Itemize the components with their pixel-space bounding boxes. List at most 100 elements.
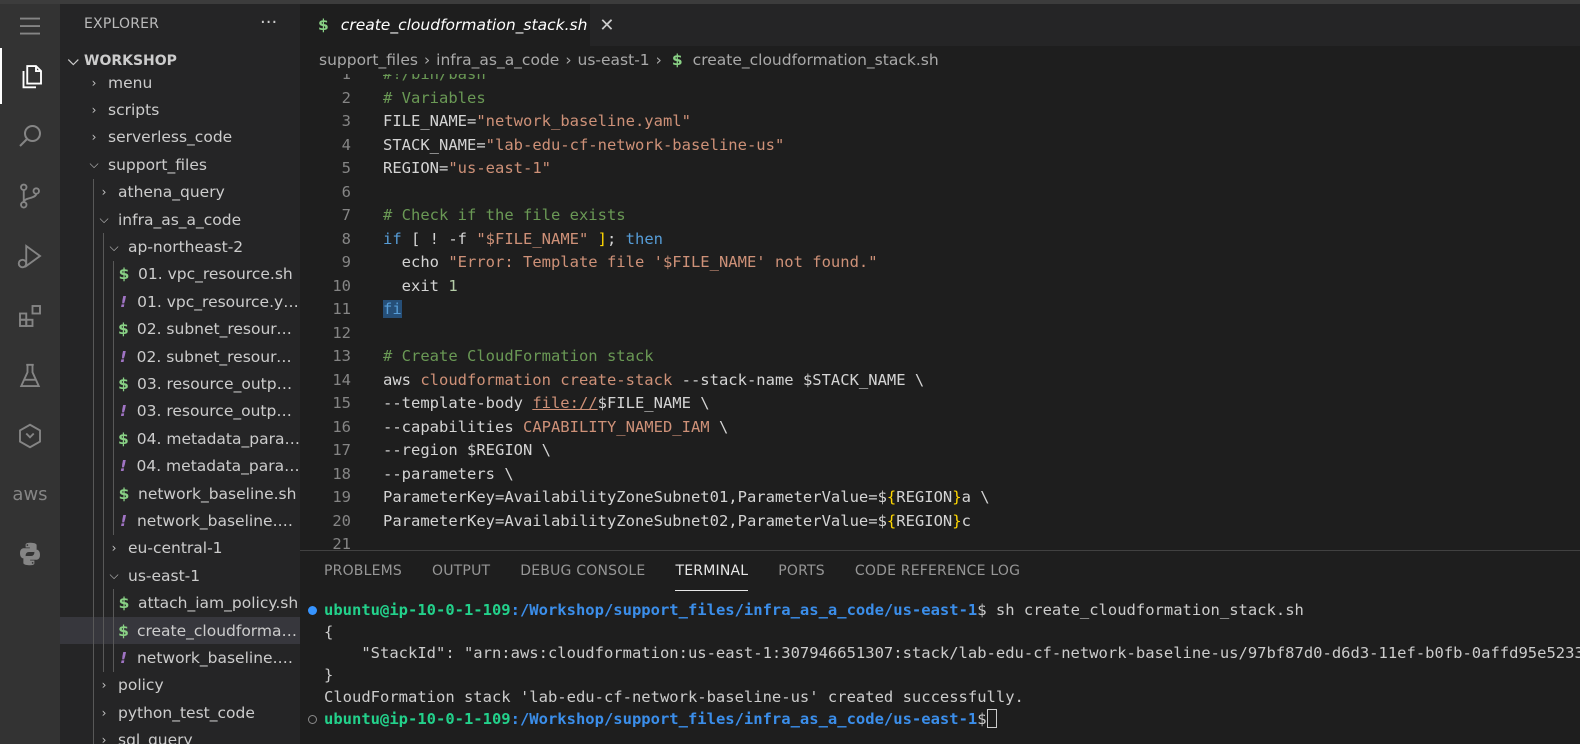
file-item[interactable]: $01. vpc_resource.sh xyxy=(60,260,300,289)
shell-file-icon: $ xyxy=(118,320,129,339)
indent-guide xyxy=(103,534,104,563)
folder-item[interactable]: ⌵ us-east-1 xyxy=(60,562,300,590)
code-line[interactable]: 12 xyxy=(300,321,1580,345)
indent-guide xyxy=(103,452,104,480)
indent-guide xyxy=(113,479,114,508)
file-item[interactable]: $ create_cloudformatio... xyxy=(60,616,300,645)
folder-item[interactable]: › python_test_code xyxy=(60,698,300,727)
code-line[interactable]: 20 ParameterKey=AvailabilityZoneSubnet02,… xyxy=(300,509,1580,533)
folder-item[interactable]: ⌵ infra_as_a_code xyxy=(60,205,300,234)
tree-item-label: 01. vpc_resource.yaml xyxy=(137,292,300,311)
line-number: 21 xyxy=(332,535,351,550)
chevron-right-icon: › xyxy=(91,103,97,118)
code-line[interactable]: 8 if [ ! -f "$FILE_NAME" ]; then xyxy=(300,227,1580,251)
close-icon[interactable]: ✕ xyxy=(599,15,614,36)
file-item[interactable]: $03. resource_output.sh xyxy=(60,370,300,398)
tab-terminal[interactable]: TERMINAL xyxy=(675,563,748,591)
terminal[interactable]: ubuntu@ip-10-0-1-109:/Workshop/support_f… xyxy=(300,599,1580,730)
file-item[interactable]: ! network_baseline.yaml xyxy=(60,507,300,535)
code-line[interactable]: 10 exit 1 xyxy=(300,274,1580,298)
folder-item[interactable]: › serverless_code xyxy=(60,124,300,151)
shell-file-icon: $ xyxy=(118,594,130,613)
code-line[interactable]: 19 ParameterKey=AvailabilityZoneSubnet01,… xyxy=(300,486,1580,510)
shell-file-icon: $ xyxy=(318,16,329,34)
folder-item[interactable]: › sql_query xyxy=(60,726,300,744)
remote-icon[interactable] xyxy=(0,408,60,464)
breadcrumb-item[interactable]: us-east-1 xyxy=(578,51,650,69)
line-number: 13 xyxy=(332,347,351,366)
indent-guide xyxy=(93,534,94,563)
code-line[interactable]: 7 # Check if the file exists xyxy=(300,204,1580,228)
extensions-icon[interactable] xyxy=(0,288,60,344)
breadcrumb-item[interactable]: create_cloudformation_stack.sh xyxy=(693,51,939,69)
breadcrumb-item[interactable]: support_files xyxy=(319,51,418,69)
code-line[interactable]: 6 xyxy=(300,180,1580,204)
menu-icon[interactable] xyxy=(0,4,60,48)
tab-problems[interactable]: PROBLEMS xyxy=(324,563,402,587)
code-line[interactable]: 4 STACK_NAME="lab-edu-cf-network-baseline… xyxy=(300,133,1580,157)
code-line[interactable]: 11 fi xyxy=(300,298,1580,322)
code-line[interactable]: 9 echo "Error: Template file '$FILE_NAME… xyxy=(300,251,1580,275)
command-status-dot[interactable] xyxy=(308,714,317,724)
code-line[interactable]: 1 #!/bin/bash xyxy=(300,74,1580,86)
code-line[interactable]: 14 aws cloudformation create-stack --stac… xyxy=(300,368,1580,392)
tree-item-label: us-east-1 xyxy=(128,566,201,585)
source-control-icon[interactable] xyxy=(0,168,60,224)
indent-guide xyxy=(93,562,94,590)
indent-guide xyxy=(93,589,94,617)
search-icon[interactable] xyxy=(0,108,60,164)
code-line[interactable]: 3 FILE_NAME="network_baseline.yaml" xyxy=(300,110,1580,134)
panel-tabs: PROBLEMS OUTPUT DEBUG CONSOLE TERMINAL PORTS… xyxy=(324,563,1020,591)
indent-guide xyxy=(103,479,104,508)
indent-guide xyxy=(113,589,114,617)
indent-guide xyxy=(103,342,104,371)
file-item[interactable]: ! network_baseline.yaml xyxy=(60,644,300,672)
tab-output[interactable]: OUTPUT xyxy=(432,563,490,587)
folder-item[interactable]: › menu xyxy=(60,69,300,96)
breadcrumb-item[interactable]: infra_as_a_code xyxy=(436,51,559,69)
code-text: ParameterKey=AvailabilityZoneSubnet02,Pa… xyxy=(383,511,971,530)
aws-icon[interactable]: aws xyxy=(0,466,60,522)
code-line[interactable]: 2 # Variables xyxy=(300,86,1580,110)
code-line[interactable]: 17 --region $REGION \ xyxy=(300,439,1580,463)
testing-icon[interactable] xyxy=(0,348,60,404)
file-item[interactable]: $ network_baseline.sh xyxy=(60,479,300,508)
indent-guide xyxy=(113,644,114,672)
file-item[interactable]: $ attach_iam_policy.sh xyxy=(60,589,300,617)
tree-item-label: eu-central-1 xyxy=(128,539,223,558)
more-actions-icon[interactable]: ··· xyxy=(260,12,277,33)
file-item[interactable]: $02. subnet_resource.sh xyxy=(60,315,300,343)
file-item[interactable]: ! 02. subnet_resource.y... xyxy=(60,342,300,371)
command-status-dot[interactable] xyxy=(308,606,317,615)
tab-code-reference-log[interactable]: CODE REFERENCE LOG xyxy=(855,563,1020,587)
folder-item[interactable]: ⌵ support_files xyxy=(60,151,300,178)
folder-item[interactable]: › eu-central-1 xyxy=(60,534,300,563)
tab-ports[interactable]: PORTS xyxy=(778,563,825,587)
file-item[interactable]: ! 03. resource_output.y... xyxy=(60,397,300,426)
folder-item[interactable]: › scripts xyxy=(60,96,300,123)
code-editor[interactable]: 1 #!/bin/bash 2 # Variables 3 FILE_NAME="netw… xyxy=(300,74,1580,550)
folder-item[interactable]: › policy xyxy=(60,671,300,699)
folder-item[interactable]: ⌵ ap-northeast-2 xyxy=(60,233,300,261)
python-icon[interactable] xyxy=(0,526,60,582)
file-item[interactable]: $04. metadata_parame... xyxy=(60,425,300,453)
yaml-file-icon: ! xyxy=(119,511,128,530)
code-line[interactable]: 5 REGION="us-east-1" xyxy=(300,157,1580,181)
chevron-right-icon: › xyxy=(101,733,107,744)
code-line[interactable]: 13 # Create CloudFormation stack xyxy=(300,345,1580,369)
code-line[interactable]: 21 xyxy=(300,533,1580,550)
run-debug-icon[interactable] xyxy=(0,228,60,284)
prompt-path: :/Workshop/support_files/infra_as_a_code… xyxy=(510,600,978,619)
yaml-file-icon: ! xyxy=(120,292,128,311)
explorer-icon[interactable] xyxy=(0,48,60,104)
code-line[interactable]: 16 --capabilities CAPABILITY_NAMED_IAM \ xyxy=(300,415,1580,439)
folder-item[interactable]: › athena_query xyxy=(60,178,300,206)
file-item[interactable]: ! 04. metadata_parame... xyxy=(60,452,300,480)
indent-guide xyxy=(93,452,94,480)
tab-create-cloudformation-stack[interactable]: $ create_cloudformation_stack.sh ✕ xyxy=(300,4,614,46)
code-line[interactable]: 18 --parameters \ xyxy=(300,462,1580,486)
tab-debug-console[interactable]: DEBUG CONSOLE xyxy=(520,563,645,587)
file-item[interactable]: ! 01. vpc_resource.yaml xyxy=(60,288,300,316)
chevron-right-icon: › xyxy=(423,51,431,69)
code-line[interactable]: 15 --template-body file://$FILE_NAME \ xyxy=(300,392,1580,416)
